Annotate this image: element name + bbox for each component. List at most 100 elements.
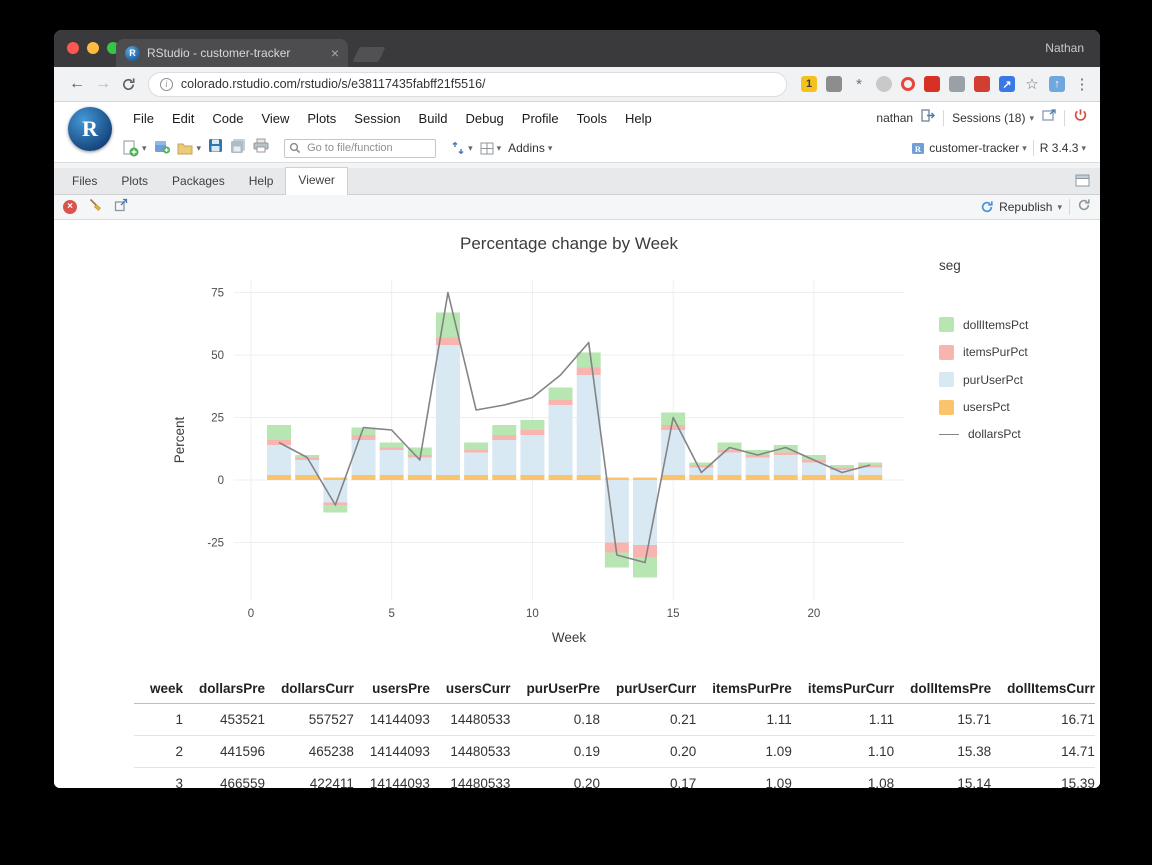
menu-build[interactable]: Build <box>410 111 457 126</box>
bar-segment-itemsPurPct <box>464 450 488 453</box>
print-button[interactable] <box>253 138 269 158</box>
menu-code[interactable]: Code <box>203 111 252 126</box>
bar-segment-dollItemsPct <box>380 443 404 448</box>
pane-tab-help[interactable]: Help <box>237 169 286 194</box>
col-dollItemsPre: dollItemsPre <box>894 674 991 704</box>
bar-segment-itemsPurPct <box>380 448 404 451</box>
maximize-pane-icon[interactable] <box>1075 174 1090 192</box>
close-window-button[interactable] <box>67 42 79 54</box>
menu-view[interactable]: View <box>252 111 298 126</box>
bar-segment-dollItemsPct <box>549 388 573 401</box>
bar-segment-usersPct <box>802 475 826 480</box>
ext-gray-circle-icon[interactable] <box>876 76 892 92</box>
sessions-menu[interactable]: Sessions (18) ▾ <box>952 111 1034 125</box>
republish-label: Republish <box>999 200 1052 214</box>
quit-session-power-icon[interactable] <box>1073 108 1088 128</box>
tab-title: RStudio - customer-tracker <box>147 46 324 60</box>
chart-title: Percentage change by Week <box>219 234 919 254</box>
menu-file[interactable]: File <box>124 111 163 126</box>
legend-item-dollarsPct: dollarsPct <box>939 427 1028 441</box>
chevron-down-icon: ▾ <box>548 143 553 154</box>
panes-layout-button[interactable]: ▾ <box>480 142 502 155</box>
ext-red-square-icon[interactable] <box>924 76 940 92</box>
table-cell: 15.39 <box>991 768 1095 789</box>
legend-swatch-purUserPct <box>939 372 954 387</box>
col-purUserPre: purUserPre <box>510 674 600 704</box>
table-cell: 14480533 <box>430 736 511 768</box>
republish-button[interactable]: Republish ▾ <box>980 200 1062 214</box>
refresh-viewer-icon[interactable] <box>1077 198 1091 217</box>
r-version-menu[interactable]: R 3.4.3 ▾ <box>1040 141 1086 155</box>
browser-tab[interactable]: R RStudio - customer-tracker × <box>116 39 348 67</box>
line-dollarsPct <box>279 293 870 563</box>
browser-menu-kebab-icon[interactable]: ⋮ <box>1074 76 1090 92</box>
project-menu[interactable]: R customer-tracker ▾ <box>911 141 1027 155</box>
ext-gray-box-icon[interactable] <box>826 76 842 92</box>
bar-segment-usersPct <box>295 475 319 480</box>
menu-plots[interactable]: Plots <box>298 111 345 126</box>
rstudio-menubar: FileEditCodeViewPlotsSessionBuildDebugPr… <box>54 102 1100 134</box>
bar-segment-purUserPct <box>351 440 375 475</box>
bookmark-star-icon[interactable]: ☆ <box>1024 76 1040 92</box>
back-icon[interactable]: ← <box>64 75 90 93</box>
popout-viewer-icon[interactable] <box>114 198 128 217</box>
table-cell: 3 <box>134 768 183 789</box>
save-button[interactable] <box>208 138 223 158</box>
tab-close-icon[interactable]: × <box>331 46 339 60</box>
user-name[interactable]: nathan <box>876 111 913 125</box>
clear-viewer-icon[interactable]: × <box>63 200 77 214</box>
pane-tab-files[interactable]: Files <box>60 169 109 194</box>
new-file-button[interactable]: ▾ <box>122 140 147 157</box>
menu-edit[interactable]: Edit <box>163 111 203 126</box>
url-text[interactable]: colorado.rstudio.com/rstudio/s/e38117435… <box>181 77 486 91</box>
sign-out-icon[interactable] <box>921 109 935 127</box>
broom-clear-icon[interactable] <box>88 197 103 217</box>
x-tick-label: 15 <box>667 608 680 620</box>
browser-profile-name[interactable]: Nathan <box>1045 41 1084 55</box>
ext-asterisk-icon[interactable]: * <box>851 76 867 92</box>
minimize-window-button[interactable] <box>87 42 99 54</box>
pane-tab-viewer[interactable]: Viewer <box>285 167 347 195</box>
ext-yellow-1-icon[interactable]: 1 <box>801 76 817 92</box>
bar-segment-usersPct <box>351 475 375 480</box>
rstudio-toolbar: ▾ ▾ <box>54 134 1100 163</box>
new-tab-button[interactable] <box>353 47 386 62</box>
rstudio-header: R FileEditCodeViewPlotsSessionBuildDebug… <box>54 102 1100 163</box>
bar-segment-usersPct <box>549 475 573 480</box>
save-all-button[interactable] <box>230 138 246 159</box>
bar-segment-usersPct <box>436 475 460 480</box>
forward-icon[interactable]: → <box>90 75 116 93</box>
goto-file-input[interactable] <box>284 139 436 158</box>
go-to-directory-button[interactable]: ▾ <box>451 141 473 155</box>
table-cell: 1.09 <box>696 736 792 768</box>
extension-icons: 1 * ↗ ☆ ↑ ⋮ <box>801 76 1090 92</box>
x-axis-title: Week <box>552 630 587 645</box>
ext-blue-device-icon[interactable]: ↑ <box>1049 76 1065 92</box>
legend-swatch-itemsPurPct <box>939 345 954 360</box>
menu-tools[interactable]: Tools <box>568 111 616 126</box>
menu-debug[interactable]: Debug <box>456 111 512 126</box>
addins-menu[interactable]: Addins ▾ <box>508 141 552 155</box>
legend-item-purUserPct: purUserPct <box>939 372 1028 387</box>
legend-label: usersPct <box>963 400 1010 414</box>
new-session-icon[interactable] <box>1042 109 1056 127</box>
bar-segment-purUserPct <box>492 440 516 475</box>
y-tick-label: 50 <box>211 350 224 362</box>
open-file-button[interactable]: ▾ <box>177 141 202 156</box>
bar-segment-purUserPct <box>746 458 770 476</box>
menu-profile[interactable]: Profile <box>513 111 568 126</box>
menu-help[interactable]: Help <box>616 111 661 126</box>
toolbar-right: R customer-tracker ▾ R 3.4.3 ▾ <box>911 140 1100 156</box>
col-usersCurr: usersCurr <box>430 674 511 704</box>
ext-gray-key-icon[interactable] <box>949 76 965 92</box>
ext-red-ring-icon[interactable] <box>901 77 915 91</box>
ext-blue-arrow-icon[interactable]: ↗ <box>999 76 1015 92</box>
pane-tab-packages[interactable]: Packages <box>160 169 237 194</box>
reload-icon[interactable] <box>116 77 142 92</box>
new-project-button[interactable] <box>154 138 170 159</box>
pane-tab-plots[interactable]: Plots <box>109 169 160 194</box>
ext-red-tag-icon[interactable] <box>974 76 990 92</box>
address-bar[interactable]: i colorado.rstudio.com/rstudio/s/e381174… <box>148 72 787 97</box>
menu-session[interactable]: Session <box>345 111 409 126</box>
page-info-icon[interactable]: i <box>160 78 173 91</box>
